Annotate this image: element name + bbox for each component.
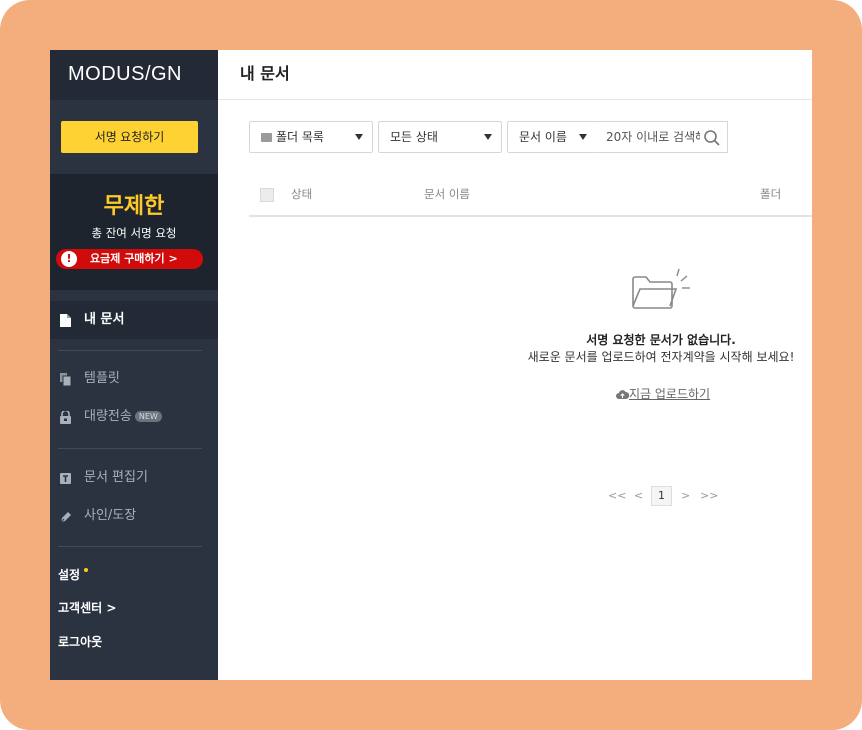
app-window: MODUS/GN 서명 요청하기 무제한 총 잔여 서명 요청 ! 요금제 구매… [50, 50, 812, 680]
sidebar-item-my-documents[interactable]: 내 문서 [50, 301, 218, 339]
sidebar-item-label: 문서 편집기 [84, 470, 148, 485]
search-input[interactable] [606, 128, 700, 146]
select-all-checkbox[interactable] [260, 188, 274, 202]
divider [58, 350, 202, 351]
sidebar-item-bulk-send[interactable]: 대량전송 NEW [50, 398, 218, 436]
new-badge: NEW [134, 411, 162, 422]
search-field-select-value: 문서 이름 [519, 130, 567, 144]
prev-page-button[interactable]: < [634, 486, 643, 506]
copy-icon [60, 373, 71, 386]
folder-select-value: 폴더 목록 [276, 130, 324, 144]
cloud-upload-icon [616, 390, 629, 399]
sidebar-item-templates[interactable]: 템플릿 [50, 360, 218, 398]
plan-panel: 무제한 총 잔여 서명 요청 ! 요금제 구매하기 > [50, 174, 218, 290]
status-select-value: 모든 상태 [390, 130, 438, 144]
divider [218, 99, 812, 100]
folder-select[interactable]: 폴더 목록 [249, 121, 373, 153]
plan-name: 무제한 [103, 194, 165, 219]
folder-icon [261, 133, 272, 142]
upload-now-label: 지금 업로드하기 [629, 387, 711, 401]
sidebar-item-document-editor[interactable]: 문서 편집기 [50, 459, 218, 497]
chevron-down-icon [579, 134, 587, 140]
empty-state-subtitle: 새로운 문서를 업로드하여 전자계약을 시작해 보세요! [527, 350, 795, 364]
alert-icon: ! [61, 251, 77, 267]
column-document-name[interactable]: 문서 이름 [424, 186, 470, 202]
empty-state-title: 서명 요청한 문서가 없습니다. [586, 333, 736, 347]
sidebar: MODUS/GN 서명 요청하기 무제한 총 잔여 서명 요청 ! 요금제 구매… [50, 50, 218, 680]
notification-dot [84, 568, 89, 572]
pen-icon [60, 512, 71, 523]
request-signature-button[interactable]: 서명 요청하기 [61, 121, 198, 153]
chevron-down-icon [355, 134, 363, 140]
chevron-down-icon [484, 134, 492, 140]
plan-subtitle: 총 잔여 서명 요청 [91, 226, 177, 240]
bulk-send-icon [60, 411, 71, 424]
upload-now-link[interactable]: 지금 업로드하기 [616, 386, 710, 402]
search-box [596, 121, 728, 153]
column-folder[interactable]: 폴더 [760, 186, 781, 202]
page-title: 내 문서 [240, 64, 290, 83]
main-content: 내 문서 폴더 목록 모든 상태 문서 이름 상태 문서 이름 폴더 [218, 50, 812, 680]
sidebar-item-label: 대량전송 [84, 409, 132, 424]
sidebar-item-signature-stamp[interactable]: 사인/도장 [50, 497, 218, 535]
status-select[interactable]: 모든 상태 [378, 121, 502, 153]
column-status[interactable]: 상태 [291, 186, 312, 202]
buy-plan-button[interactable]: ! 요금제 구매하기 > [56, 249, 203, 269]
last-page-button[interactable]: >> [700, 486, 718, 506]
divider [58, 448, 202, 449]
settings-link[interactable]: 설정 [58, 567, 89, 583]
settings-label: 설정 [58, 568, 81, 582]
search-icon[interactable] [703, 129, 721, 147]
sidebar-item-label: 사인/도장 [84, 508, 137, 523]
first-page-button[interactable]: << [608, 486, 626, 506]
sidebar-item-label: 내 문서 [84, 312, 125, 327]
brand-logo[interactable]: MODUS/GN [50, 50, 218, 100]
table-header: 상태 문서 이름 폴더 [249, 181, 812, 217]
sidebar-item-label: 템플릿 [84, 371, 120, 386]
next-page-button[interactable]: > [681, 486, 690, 506]
page-number-button[interactable]: 1 [651, 486, 672, 506]
document-icon [60, 314, 71, 327]
divider [58, 546, 202, 547]
search-field-select[interactable]: 문서 이름 [507, 121, 597, 153]
text-editor-icon [60, 473, 71, 484]
buy-plan-label: 요금제 구매하기 > [90, 252, 178, 265]
logout-link[interactable]: 로그아웃 [58, 634, 102, 650]
support-link[interactable]: 고객센터 > [58, 600, 116, 616]
empty-folder-icon [632, 268, 690, 309]
